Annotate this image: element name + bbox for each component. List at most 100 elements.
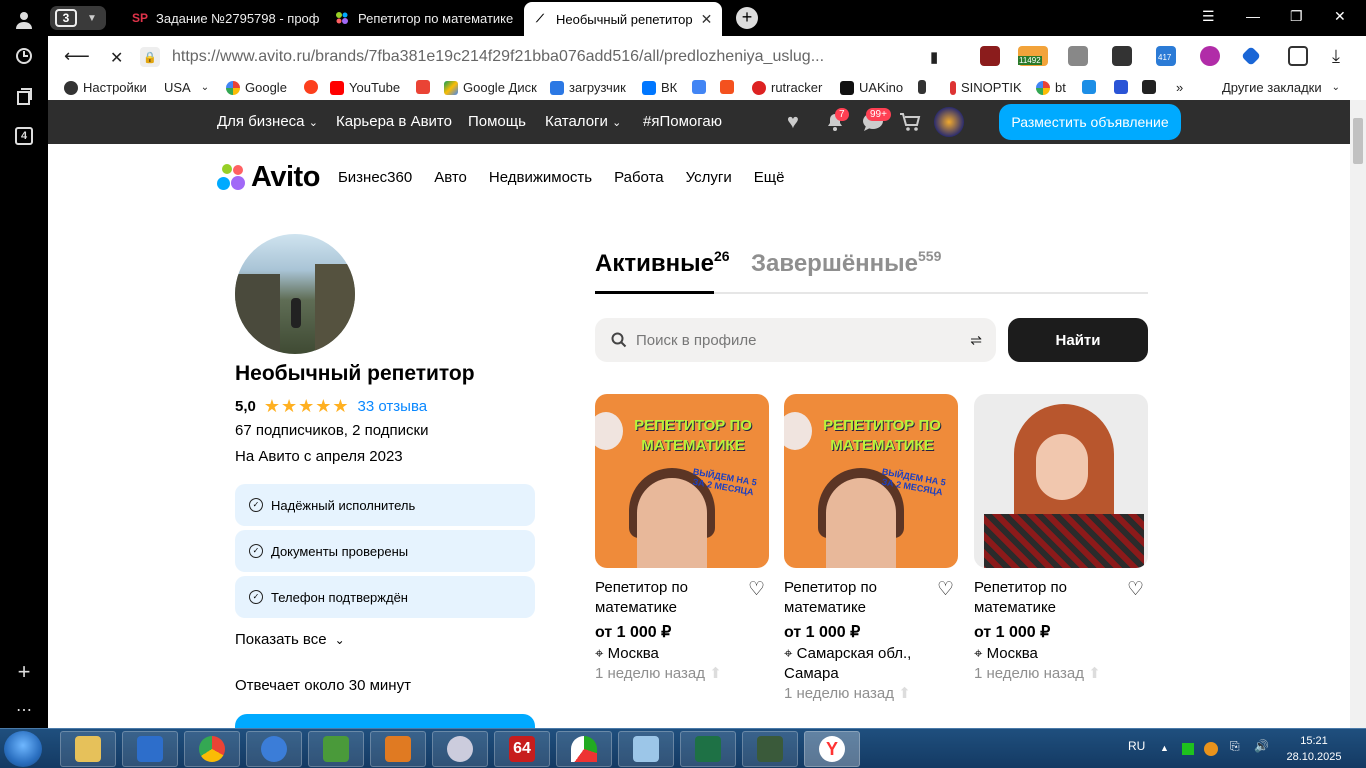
scrollbar-thumb[interactable] [1353,118,1363,164]
extension-calendar-icon[interactable]: 417 [1156,46,1176,66]
post-ad-button[interactable]: Разместить объявление [999,104,1181,140]
heart-icon[interactable]: ♥ [787,112,809,132]
tab-group-counter[interactable]: 3 ▼ [50,6,106,30]
tab-zadanie[interactable]: SP Задание №2795798 - проф [124,4,324,32]
add-panel-icon[interactable]: + [10,658,38,686]
listing-card[interactable]: РЕПЕТИТОР ПО МАТЕМАТИКЕ ВЫЙДЕМ НА 5 ЗА 2… [784,394,958,704]
taskbar-explorer[interactable] [60,731,116,767]
taskbar-yandex-browser[interactable]: Y [804,731,860,767]
bookmark-chevron[interactable] [1114,80,1133,94]
taskbar-excel[interactable] [680,731,736,767]
listing-card[interactable]: РЕПЕТИТОР ПО МАТЕМАТИКЕ ВЫЙДЕМ НА 5 ЗА 2… [595,394,769,684]
bookmark-rutracker[interactable]: rutracker [752,80,822,95]
bookmark-youtube[interactable]: YouTube [330,80,400,95]
bookmark-google[interactable]: Google [226,80,287,95]
extension-translate-icon[interactable] [1288,46,1308,66]
bookmark-gdrive[interactable]: Google Диск [444,80,537,95]
favorite-heart-icon[interactable]: ♡ [1127,578,1144,601]
profile-subscribers[interactable]: 67 подписчиков, 2 подписки [235,422,428,439]
extension-shield-icon[interactable] [980,46,1000,66]
back-icon[interactable]: ⟵ [64,46,90,67]
bookmark-other[interactable]: Другие закладки ⌄ [1222,80,1340,95]
tray-app-icon[interactable] [1204,742,1218,756]
restore-icon[interactable]: ❐ [1290,8,1303,25]
network-tray-icon[interactable]: ⎘ [1230,739,1240,754]
menu-realty[interactable]: Недвижимость [489,169,592,186]
nav-catalogs[interactable]: Каталоги ⌄ [545,113,621,130]
nav-help[interactable]: Помощь [468,113,526,130]
language-indicator[interactable]: RU [1128,739,1145,753]
taskbar-media[interactable] [370,731,426,767]
user-avatar[interactable] [934,107,964,137]
taskbar-speed[interactable] [556,731,612,767]
close-window-icon[interactable]: ✕ [1334,8,1346,25]
new-tab-button[interactable]: + [736,7,758,29]
bookmark-f[interactable] [720,80,739,94]
nav-career[interactable]: Карьера в Авито [336,113,452,130]
listing-image[interactable] [974,394,1148,568]
taskbar-network[interactable] [308,731,364,767]
favorite-heart-icon[interactable]: ♡ [748,578,765,601]
tab-active-listings[interactable]: Активные26 [595,248,730,278]
find-button[interactable]: Найти [1008,318,1148,362]
taskbar-monitor[interactable] [742,731,798,767]
history-icon[interactable] [10,42,38,70]
listing-title[interactable]: Репетитор по математике [784,578,914,618]
taskbar-wise[interactable] [122,731,178,767]
system-clock[interactable]: 15:21 28.10.2025 [1282,733,1346,765]
profile-search-field[interactable]: Поиск в профиле ⇌ [595,318,996,362]
tray-green-icon[interactable] [1182,743,1194,755]
listing-image[interactable]: РЕПЕТИТОР ПО МАТЕМАТИКЕ ВЫЙДЕМ НА 5 ЗА 2… [595,394,769,568]
taskbar-aida64[interactable]: 64 [494,731,550,767]
bookmark-figure[interactable] [918,80,931,94]
volume-icon[interactable]: 🔊 [1254,739,1269,753]
listing-title[interactable]: Репетитор по математике [595,578,725,618]
taskbar-chrome[interactable] [184,731,240,767]
page-scrollbar[interactable] [1350,100,1366,728]
nav-business[interactable]: Для бизнеса ⌄ [217,113,318,130]
bookmark-gmail[interactable] [416,80,435,94]
bookmark-zagruzchik[interactable]: загрузчик [550,80,626,95]
extension-arrow-icon[interactable] [1112,46,1132,66]
profile-icon[interactable] [10,6,38,34]
menu-business360[interactable]: Бизнес360 [338,169,412,186]
close-icon[interactable]: ✕ [701,11,713,28]
listing-title[interactable]: Репетитор по математике [974,578,1104,618]
bookmark-sinoptik[interactable]: SINOPTIK [950,80,1022,95]
menu-services[interactable]: Услуги [686,169,732,186]
tray-expand-icon[interactable]: ▲ [1160,743,1169,753]
menu-auto[interactable]: Авто [434,169,467,186]
bookmark-p[interactable] [1082,80,1101,94]
bookmark-settings[interactable]: Настройки [64,80,147,95]
bookmark-bc[interactable] [1142,80,1161,94]
menu-more[interactable]: Ещё [754,169,785,186]
start-button[interactable] [4,731,42,767]
more-icon[interactable]: ⋯ [10,696,38,724]
bookmark-yandex[interactable] [304,80,323,94]
collections-icon[interactable] [10,82,38,110]
bookmark-translate[interactable] [692,80,711,94]
extension-puzzle-icon[interactable] [1068,46,1088,66]
download-icon[interactable]: ⤓ [1332,46,1340,67]
menu-icon[interactable]: ☰ [1202,8,1215,25]
cart-icon[interactable] [899,112,921,132]
extension-gem-icon[interactable] [1241,46,1261,66]
minimize-icon[interactable]: — [1246,8,1260,24]
taskbar-globe[interactable] [246,731,302,767]
taskbar-clock[interactable] [432,731,488,767]
bookmark-uakino[interactable]: UAKino [840,80,903,95]
favorite-heart-icon[interactable]: ♡ [937,578,954,601]
nav-yapomogayu[interactable]: #яПомогаю [643,113,722,130]
extension-u-icon[interactable] [1200,46,1220,66]
bookmark-bt[interactable]: bt [1036,80,1066,95]
bookmark-usa[interactable]: USA ⌄ [164,80,209,95]
bookmarks-overflow[interactable]: » [1176,80,1183,95]
show-all-button[interactable]: Показать все ⌄ [235,631,345,648]
lock-icon[interactable]: 🔒 [140,47,160,67]
address-field[interactable]: 🔒 https://www.avito.ru/brands/7fba381e19… [140,42,950,72]
avito-logo[interactable]: Avito [217,161,320,194]
tab-neobychny[interactable]: ⟋ Необычный репетитор ✕ [524,2,722,36]
listing-card[interactable]: ♡ Репетитор по математике от 1 000 ₽ ⌖ М… [974,394,1148,684]
badge-reliable[interactable]: ✓ Надёжный исполнитель [235,484,535,526]
tabs-count-icon[interactable]: 4 [10,122,38,150]
